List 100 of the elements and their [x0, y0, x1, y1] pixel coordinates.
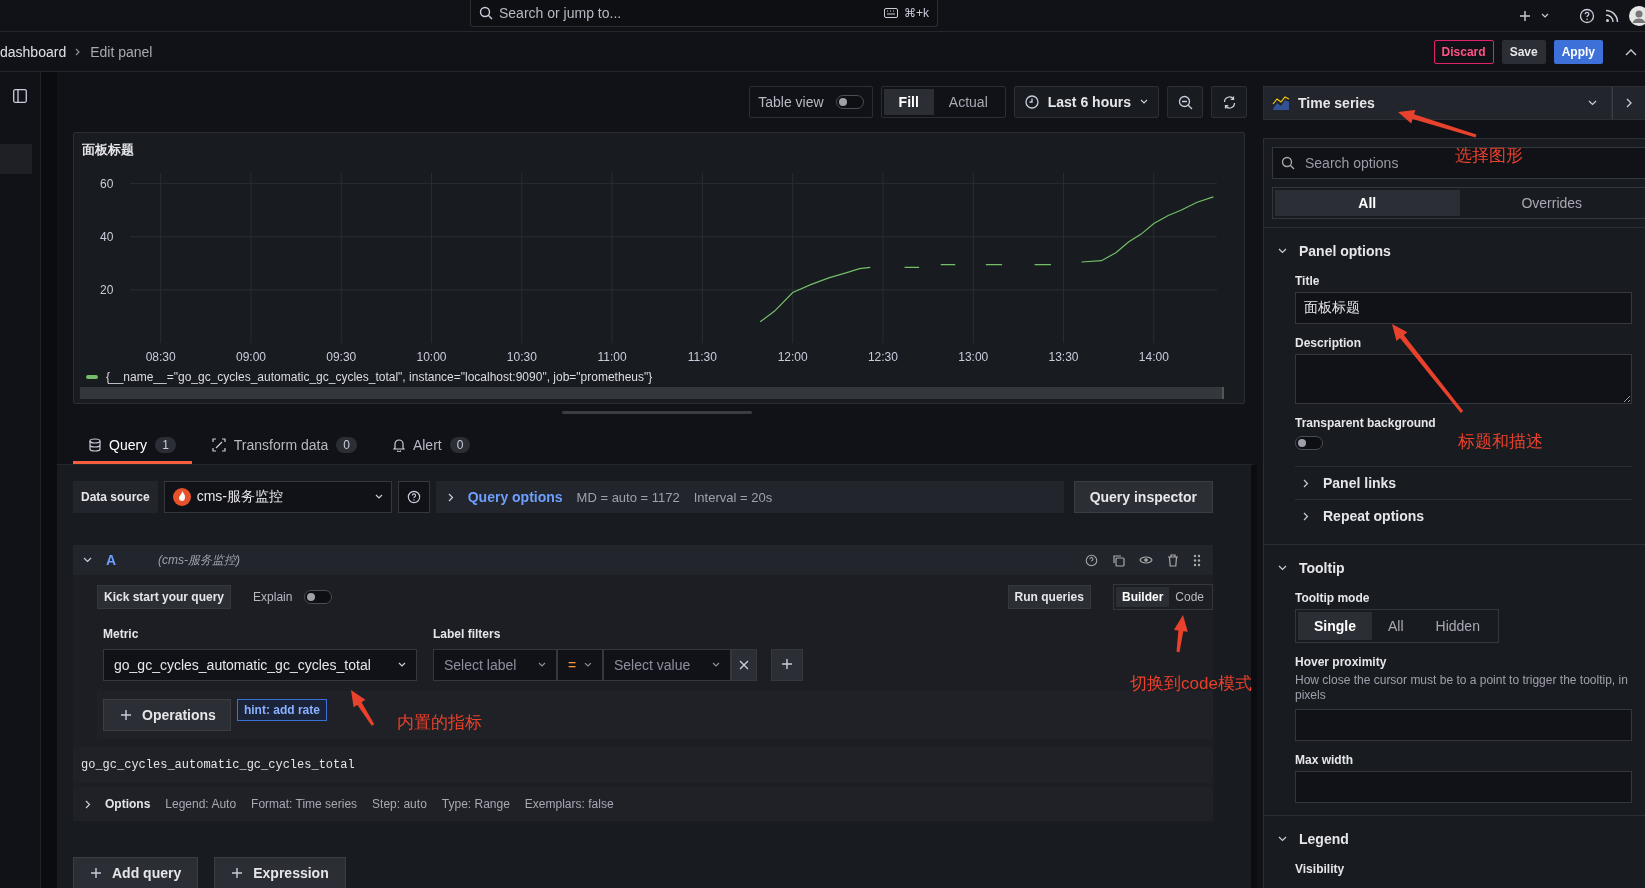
help-icon[interactable]	[1085, 553, 1098, 567]
field-label: Hover proximity	[1295, 655, 1388, 669]
add-filter-button[interactable]	[771, 649, 803, 681]
caret-icon	[398, 662, 406, 668]
operations-button[interactable]: Operations	[103, 699, 231, 731]
section-title[interactable]: Tooltip	[1299, 560, 1345, 576]
options-label[interactable]: Options	[105, 797, 151, 811]
search-input[interactable]: Search or jump to...	[499, 5, 878, 21]
option-summary: Type: Range	[441, 797, 510, 811]
table-view-label: Table view	[758, 94, 824, 110]
option-summary: Exemplars: false	[524, 797, 614, 811]
remove-filter-button[interactable]	[731, 649, 757, 681]
chevron-icon[interactable]	[1278, 836, 1287, 842]
add-button[interactable]: Expression	[214, 857, 346, 888]
label-select[interactable]: Select label	[433, 649, 557, 681]
radio-option[interactable]: Single	[1298, 612, 1372, 640]
query-inspector-button[interactable]: Query inspector	[1073, 481, 1213, 513]
fill-mode-tab[interactable]: Fill	[883, 89, 934, 115]
options-tab[interactable]: All	[1275, 190, 1460, 216]
editor-tab[interactable]: Alert 0	[376, 428, 487, 464]
y-tick-label: 40	[100, 229, 114, 244]
query-options-link[interactable]: Query options	[467, 489, 563, 505]
caret-icon	[538, 662, 546, 668]
help-icon	[406, 490, 421, 504]
plus-icon	[120, 709, 132, 721]
chevron-icon[interactable]	[85, 799, 91, 809]
chevron-icon	[75, 47, 82, 56]
header-button[interactable]: Discard	[1433, 39, 1494, 64]
text-input[interactable]: 面板标题	[1295, 292, 1632, 324]
chevron-icon[interactable]	[1278, 248, 1287, 254]
x-tick-label: 11:30	[687, 350, 717, 364]
keyboard-icon	[884, 8, 898, 18]
section-title[interactable]: Legend	[1299, 831, 1349, 847]
group-title[interactable]: Panel links	[1323, 475, 1397, 491]
caret-icon	[1140, 99, 1148, 105]
run-queries-button[interactable]: Run queries	[1007, 585, 1091, 609]
annotation-label: 选择图形	[1455, 145, 1523, 167]
refresh-icon	[1221, 94, 1237, 110]
drag-handle-icon[interactable]	[1193, 553, 1201, 567]
caret-icon[interactable]	[1541, 12, 1549, 19]
caret-icon	[374, 494, 383, 500]
legend-scrollbar[interactable]	[80, 387, 1224, 399]
trash-icon[interactable]	[1167, 553, 1179, 567]
copy-icon[interactable]	[1112, 553, 1125, 567]
line-chart-icon	[1272, 96, 1290, 110]
data-source-label: Data source	[73, 481, 158, 513]
plus-icon[interactable]	[1519, 9, 1531, 22]
field-label: Transparent background	[1295, 416, 1437, 430]
text-input[interactable]	[1295, 771, 1632, 803]
text-input[interactable]	[1295, 709, 1632, 741]
kick-start-button[interactable]: Kick start your query	[97, 585, 232, 609]
toggle-switch[interactable]	[835, 95, 864, 109]
section-title[interactable]: Panel options	[1299, 243, 1391, 259]
plus-icon	[90, 867, 102, 879]
editor-mode-tab[interactable]: Builder	[1115, 587, 1170, 607]
search-field[interactable]: Search or jump to... ⌘+k	[470, 0, 938, 27]
value-select[interactable]: Select value	[603, 649, 731, 681]
chevron-icon[interactable]	[83, 557, 92, 563]
explain-toggle[interactable]	[304, 590, 333, 604]
options-tab[interactable]: Overrides	[1459, 190, 1644, 216]
time-range-picker[interactable]: Last 6 hours	[1013, 86, 1159, 118]
group-title[interactable]: Repeat options	[1323, 508, 1425, 524]
label-filters-label: Label filters	[433, 627, 502, 641]
caret-icon	[1588, 100, 1597, 106]
add-button[interactable]: Add query	[73, 857, 199, 888]
metric-select[interactable]: go_gc_cycles_automatic_gc_cycles_total	[103, 649, 417, 681]
chevron-icon[interactable]	[1303, 478, 1309, 488]
radio-option[interactable]: Hidden	[1419, 612, 1496, 640]
help-button[interactable]	[397, 481, 430, 513]
transform-icon	[211, 437, 226, 452]
header-button[interactable]: Apply	[1553, 39, 1603, 64]
fill-mode-tab[interactable]: Actual	[933, 89, 1003, 115]
visualization-picker[interactable]: Time series	[1263, 86, 1612, 120]
flame-icon	[172, 488, 191, 506]
chevron-icon[interactable]	[1303, 511, 1309, 521]
data-source-select[interactable]: cms-服务监控	[163, 481, 392, 513]
query-ref-id[interactable]: A	[106, 552, 144, 568]
radio-option[interactable]: All	[1372, 612, 1420, 640]
breadcrumb-link[interactable]: dashboard	[0, 43, 67, 60]
zoom-out-button[interactable]	[1167, 86, 1203, 118]
header-button[interactable]: Save	[1501, 39, 1546, 64]
refresh-button[interactable]	[1211, 86, 1247, 118]
search-icon	[1281, 156, 1295, 170]
table-view-toggle[interactable]: Table view	[749, 86, 873, 118]
eye-icon[interactable]	[1139, 555, 1153, 565]
sidebar-toggle-icon[interactable]	[13, 89, 27, 103]
legend-label[interactable]: {__name__="go_gc_cycles_automatic_gc_cycles_total", instance="localhost:9090", job="prometheus"}	[106, 370, 653, 384]
resize-handle[interactable]	[562, 411, 752, 415]
explain-label: Explain	[253, 590, 293, 604]
avatar-icon[interactable]	[1629, 5, 1645, 26]
chevron-icon[interactable]	[1278, 565, 1287, 571]
help-icon[interactable]	[1579, 7, 1595, 24]
rss-icon[interactable]	[1605, 8, 1619, 23]
editor-tab[interactable]: Transform data 0	[195, 428, 373, 464]
chevron-up-icon[interactable]	[1625, 47, 1637, 56]
toggle-switch[interactable]	[1295, 436, 1323, 450]
x-tick-label: 13:30	[1048, 350, 1079, 364]
hint-button[interactable]: hint: add rate	[236, 699, 327, 721]
editor-mode-tab[interactable]: Code	[1169, 587, 1210, 607]
operator-select[interactable]: =	[557, 649, 603, 681]
